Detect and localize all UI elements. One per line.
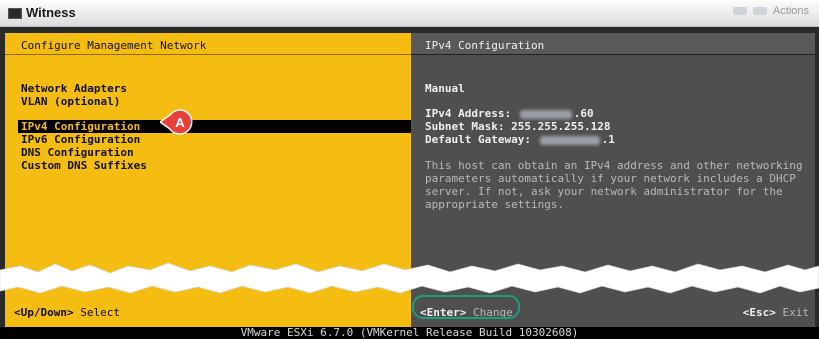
dcui-console: Configure Management Network Network Ada… xyxy=(0,27,819,339)
details-pane-header: IPv4 Configuration xyxy=(411,33,815,55)
window-controls: Actions xyxy=(732,5,809,17)
up-down-key: <Up/Down> xyxy=(14,306,74,319)
menu-item-custom-dns-suffixes[interactable]: Custom DNS Suffixes xyxy=(21,159,147,172)
redacted-ip xyxy=(519,109,572,119)
description-line: server. If not, ask your network adminis… xyxy=(425,185,783,198)
description-line: parameters automatically if your network… xyxy=(425,172,796,185)
default-gateway-label: Default Gateway: xyxy=(425,133,531,146)
default-gateway-suffix: .1 xyxy=(601,133,615,146)
menu-pane-title: Configure Management Network xyxy=(21,39,207,52)
exit-action: Exit xyxy=(782,306,810,319)
menu-item-dns-configuration[interactable]: DNS Configuration xyxy=(21,146,134,159)
description-line: This host can obtain an IPv4 address and… xyxy=(425,159,803,172)
menu-item-ipv4-configuration[interactable]: IPv4 Configuration xyxy=(18,120,411,133)
callout-label: A xyxy=(175,115,185,130)
menu-item-vlan[interactable]: VLAN (optional) xyxy=(21,95,120,108)
callout-a-marker: A xyxy=(160,109,193,135)
subnet-mask-row: Subnet Mask: 255.255.255.128 xyxy=(425,120,610,133)
menu-item-network-adapters[interactable]: Network Adapters xyxy=(21,82,127,95)
vmware-status-bar: VMware ESXi 6.7.0 (VMKernel Release Buil… xyxy=(0,327,819,339)
torn-edge-graphic xyxy=(0,262,819,294)
default-gateway-row: Default Gateway: .1 xyxy=(425,133,615,146)
ipv4-address-suffix: .60 xyxy=(573,107,594,120)
subnet-mask-label: Subnet Mask: xyxy=(425,120,505,133)
ipv4-address-label: IPv4 Address: xyxy=(425,107,512,120)
menu-pane-header: Configure Management Network xyxy=(5,33,411,55)
subnet-mask-value: 255.255.255.128 xyxy=(511,120,611,133)
window-title-bar: Witness Actions xyxy=(0,0,819,27)
esc-key: <Esc> xyxy=(742,306,776,319)
ipv4-address-row: IPv4 Address: .60 xyxy=(425,107,594,120)
enter-change-highlight-ring xyxy=(412,295,520,319)
select-hint: <Up/Down> Select xyxy=(14,306,120,319)
actions-menu[interactable]: Actions xyxy=(773,5,809,17)
console-window-icon xyxy=(8,8,22,19)
details-pane-title: IPv4 Configuration xyxy=(425,39,545,52)
select-action: Select xyxy=(80,306,120,319)
menu-item-ipv6-configuration[interactable]: IPv6 Configuration xyxy=(21,133,140,146)
exit-hint[interactable]: <Esc> Exit xyxy=(743,306,809,319)
blurred-control-icon xyxy=(732,7,747,15)
redacted-gateway xyxy=(539,135,600,145)
window-title: Witness xyxy=(26,5,76,20)
ipv4-mode: Manual xyxy=(425,82,465,95)
blurred-control-icon xyxy=(752,7,767,15)
description-line: appropriate settings. xyxy=(425,198,565,211)
